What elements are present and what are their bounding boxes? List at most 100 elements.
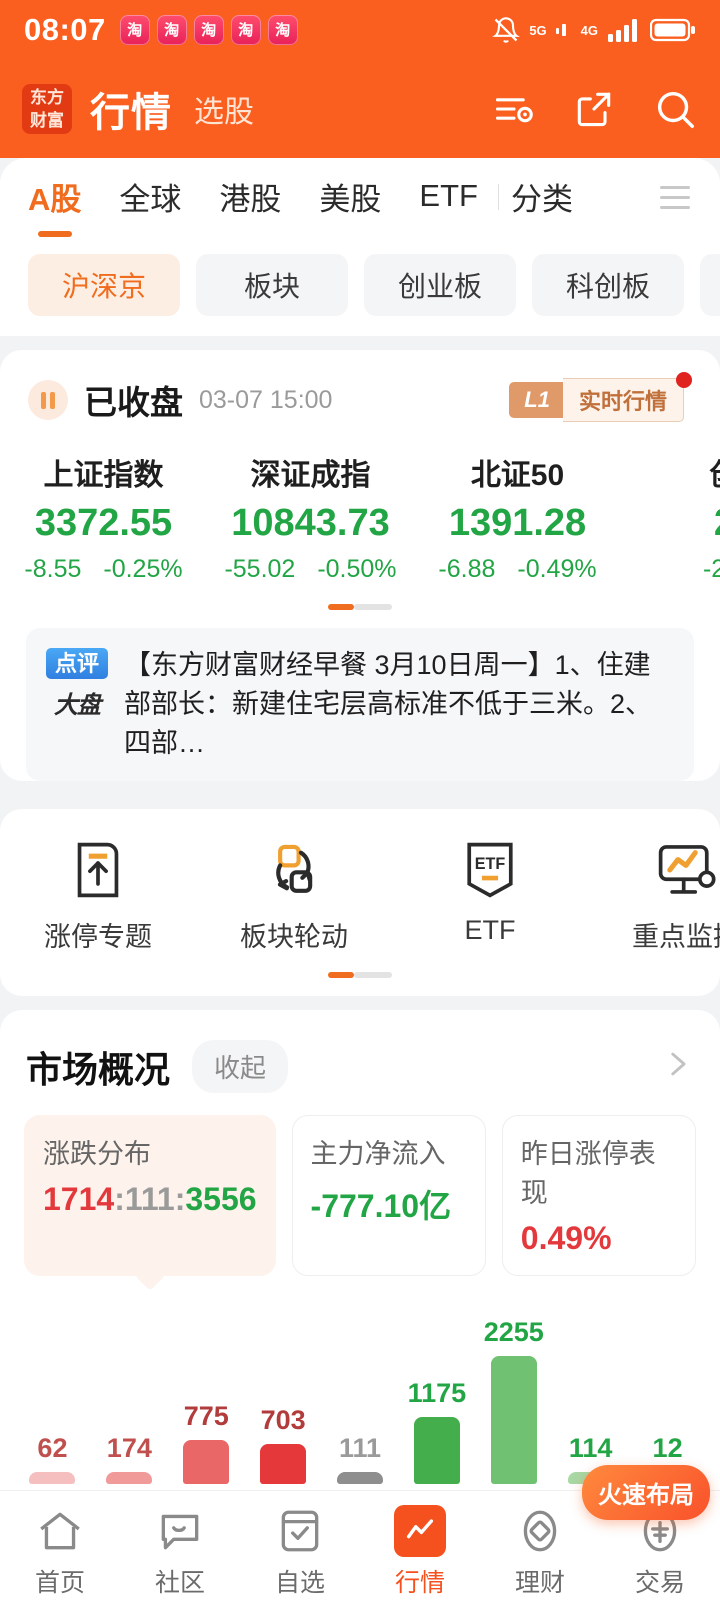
header-actions: [492, 86, 698, 132]
taobao-app-icon: 淘: [193, 15, 224, 45]
sub-tab-hu-shen-jing[interactable]: 沪深京: [28, 254, 180, 316]
chevron-right-icon[interactable]: [660, 1047, 694, 1086]
nav-item-watchlist[interactable]: 自选: [240, 1505, 360, 1599]
stat-value: -777.10亿: [310, 1188, 452, 1225]
share-icon[interactable]: [572, 87, 616, 131]
tab-etf[interactable]: ETF: [419, 178, 478, 216]
nav-item-finance[interactable]: 理财: [480, 1505, 600, 1599]
stat-card-yesterday-limit-up[interactable]: 昨日涨停表现 0.49%: [501, 1115, 697, 1277]
chart-bar: [413, 1417, 460, 1485]
chart-bar-column: 174: [91, 1433, 168, 1485]
tab-divider: [497, 184, 499, 210]
tab-hk-stocks[interactable]: 港股: [219, 174, 281, 221]
nav-item-quotes[interactable]: 行情: [360, 1504, 480, 1599]
chart-bar-value: 12: [652, 1433, 683, 1464]
carousel-indicator: [0, 594, 720, 628]
status-indicators: 5G 4G: [492, 16, 696, 44]
collapse-button[interactable]: 收起: [192, 1040, 289, 1094]
quick-item-label: 涨停专题: [44, 922, 152, 953]
quick-item-label: ETF: [464, 915, 516, 946]
stat-card-distribution[interactable]: 涨跌分布 1714:111:3556: [24, 1115, 276, 1277]
market-overview-header: 市场概况 收起: [0, 1010, 720, 1094]
market-status-label: 已收盘: [84, 384, 183, 421]
stat-card-net-inflow[interactable]: 主力净流入 -777.10亿: [291, 1115, 486, 1277]
tab-us-stocks[interactable]: 美股: [319, 174, 381, 221]
realtime-quote-badge[interactable]: L1 实时行情: [509, 372, 692, 422]
index-card[interactable]: 创 2 -29.: [621, 450, 720, 584]
nav-item-home[interactable]: 首页: [0, 1505, 120, 1599]
news-headline: 【东方财富财经早餐 3月10日周一】1、住建部部长：新建住宅层高标准不低于三米。…: [124, 650, 653, 759]
index-card[interactable]: 深证成指 10843.73 -55.02 -0.50%: [207, 450, 414, 584]
news-banner[interactable]: 点评 大盘 【东方财富财经早餐 3月10日周一】1、住建部部长：新建住宅层高标准…: [26, 628, 694, 782]
index-name: 深证成指: [250, 459, 371, 492]
tab-a-shares[interactable]: A股: [28, 174, 81, 221]
quick-item-key-monitor[interactable]: 重点监控: [588, 835, 720, 954]
index-change-row: -8.55 -0.25%: [0, 555, 207, 584]
network-5g-label: 5G: [529, 22, 547, 38]
quick-item-etf[interactable]: ETF ETF: [392, 835, 588, 954]
hamburger-menu-icon[interactable]: [660, 185, 690, 209]
app-screen: 08:07 淘 淘 淘 淘 淘 5G 4G 东方 财富 行情 选股 A股 全球 …: [0, 0, 720, 1612]
taobao-app-icon: 淘: [267, 15, 298, 45]
status-app-icons: 淘 淘 淘 淘 淘: [119, 15, 298, 45]
badge-level-label: L1: [509, 382, 563, 418]
chart-bar-value: 703: [260, 1405, 306, 1436]
index-change-row: -55.02 -0.50%: [207, 555, 414, 584]
main-tab-bar: A股 全球 港股 美股 ETF 分类: [0, 158, 720, 236]
stat-label: 主力净流入: [310, 1139, 446, 1170]
sub-tab-more[interactable]: 大: [700, 254, 720, 316]
search-icon[interactable]: [652, 86, 698, 132]
home-icon: [0, 1505, 120, 1557]
distribution-down: 3556: [185, 1181, 257, 1218]
tab-global[interactable]: 全球: [119, 174, 181, 221]
index-carousel[interactable]: 上证指数 3372.55 -8.55 -0.25% 深证成指 10843.73 …: [0, 424, 720, 594]
index-overview-card: 已收盘 03-07 15:00 L1 实时行情 上证指数 3372.55 -8.…: [0, 350, 720, 782]
quick-item-limit-up-topic[interactable]: 涨停专题: [0, 835, 196, 954]
chart-bar-column: 111: [322, 1433, 399, 1485]
chart-bar-value: 1175: [407, 1378, 467, 1409]
stat-label: 昨日涨停表现: [520, 1139, 656, 1209]
sub-tab-chinext[interactable]: 创业板: [364, 254, 516, 316]
chart-bar-column: 1175: [398, 1378, 475, 1485]
stat-value: 1714:111:3556: [43, 1181, 257, 1218]
chart-bar-value: 775: [183, 1401, 229, 1432]
nav-item-community[interactable]: 社区: [120, 1505, 240, 1599]
quick-access-indicator: [0, 962, 720, 996]
header-tab-stock-picker[interactable]: 选股: [194, 87, 254, 131]
chart-bar-column: 62: [14, 1433, 91, 1485]
svg-text:ETF: ETF: [475, 855, 506, 873]
section-title: 市场概况: [26, 1048, 171, 1090]
quick-item-label: 重点监控: [632, 922, 720, 953]
battery-icon: [650, 17, 696, 43]
chart-bar: [337, 1472, 383, 1485]
sector-rotation-icon: [196, 835, 392, 905]
sub-tab-star-market[interactable]: 科创板: [532, 254, 684, 316]
quotes-icon: [360, 1504, 480, 1557]
nav-label: 理财: [514, 1568, 565, 1597]
signal-bars-2-icon: [607, 17, 641, 43]
index-value: 10843.73: [231, 502, 390, 544]
taobao-app-icon: 淘: [156, 15, 187, 45]
promo-floating-badge[interactable]: 火速布局: [582, 1465, 710, 1520]
index-name: 北证50: [470, 459, 565, 492]
index-change: -29.: [702, 555, 720, 583]
chart-bar-value: 62: [37, 1433, 68, 1464]
quick-item-sector-rotation[interactable]: 板块轮动: [196, 835, 392, 954]
chart-bar: [29, 1472, 76, 1485]
nav-label: 交易: [634, 1568, 685, 1597]
logo-line-2: 财富: [30, 111, 64, 130]
index-card[interactable]: 北证50 1391.28 -6.88 -0.49%: [414, 450, 621, 584]
index-card[interactable]: 上证指数 3372.55 -8.55 -0.25%: [0, 450, 207, 584]
sub-tab-sectors[interactable]: 板块: [196, 254, 348, 316]
chart-bar-value: 111: [338, 1433, 382, 1464]
market-status-time: 03-07 15:00: [199, 385, 333, 414]
index-change: -55.02: [224, 555, 296, 583]
index-percent: -0.25%: [103, 555, 183, 583]
tab-categories[interactable]: 分类: [511, 174, 573, 221]
filter-settings-icon[interactable]: [492, 87, 536, 131]
index-value: 3372.55: [34, 502, 173, 544]
index-change: -6.88: [438, 555, 496, 583]
commentary-badge: 点评: [46, 648, 109, 680]
status-bar: 08:07 淘 淘 淘 淘 淘 5G 4G: [0, 0, 720, 60]
chart-bar: [183, 1440, 230, 1485]
